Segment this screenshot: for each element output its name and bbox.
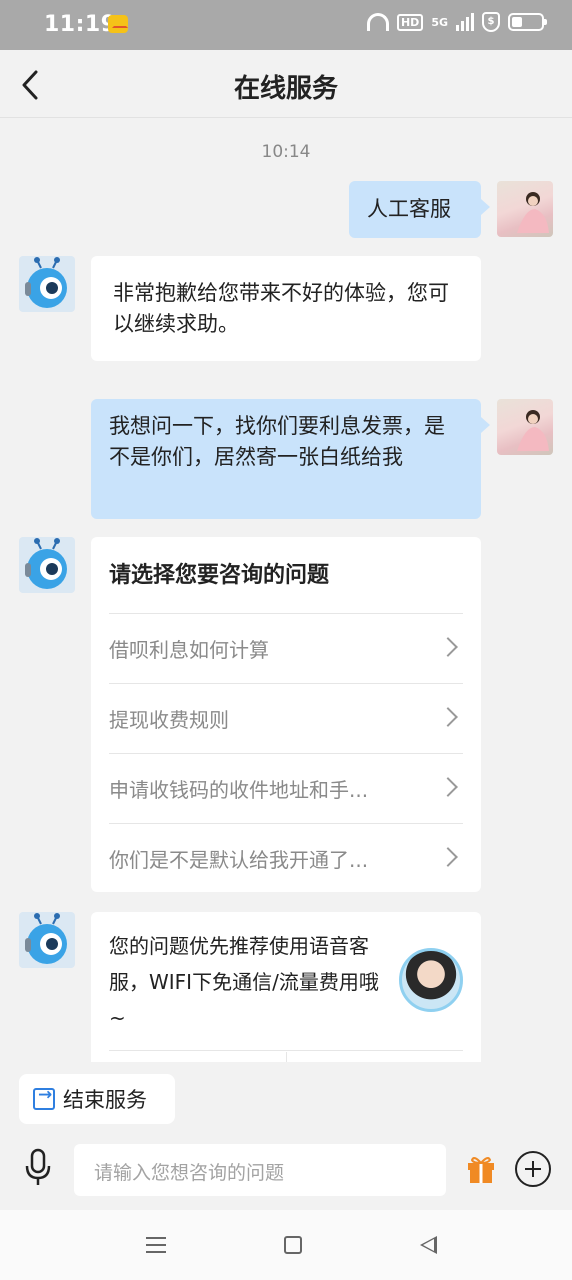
bot-avatar[interactable] xyxy=(19,912,75,968)
menu-title: 请选择您要咨询的问题 xyxy=(109,563,330,588)
chevron-right-icon xyxy=(438,637,458,657)
chevron-right-icon xyxy=(438,777,458,797)
signal-bars-icon xyxy=(456,13,474,31)
status-time: 11:19 xyxy=(44,12,117,37)
gift-icon[interactable] xyxy=(466,1154,496,1184)
recent-apps-icon[interactable] xyxy=(146,1237,166,1253)
plus-icon[interactable] xyxy=(515,1151,551,1187)
input-bar: 请输入您想咨询的问题 xyxy=(0,1138,572,1210)
question-menu-card: 请选择您要咨询的问题 借呗利息如何计算 提现收费规则 申请收钱码的收件地址和手.… xyxy=(91,537,481,892)
5g-signal-icon: 5G xyxy=(431,16,448,29)
home-icon[interactable] xyxy=(284,1236,302,1254)
bot-avatar[interactable] xyxy=(19,537,75,593)
exit-icon xyxy=(33,1085,55,1110)
robot-icon xyxy=(25,257,67,308)
menu-item[interactable]: 申请收钱码的收件地址和手... xyxy=(109,753,463,823)
end-service-label: 结束服务 xyxy=(63,1088,147,1112)
user-message[interactable]: 我想问一下，找你们要利息发票，是不是你们，居然寄一张白纸给我 xyxy=(91,399,490,519)
status-bar: 11:19 HD 5G $ xyxy=(0,0,572,50)
chevron-right-icon xyxy=(438,847,458,867)
network-label: 5G xyxy=(431,15,448,29)
robot-icon xyxy=(25,538,67,589)
divider xyxy=(109,1050,463,1051)
page-title: 在线服务 xyxy=(233,74,338,104)
menu-item-label: 你们是不是默认给我开通了... xyxy=(109,848,369,872)
user-avatar[interactable] xyxy=(497,181,553,237)
menu-item[interactable]: 借呗利息如何计算 xyxy=(109,613,463,683)
input-placeholder: 请输入您想咨询的问题 xyxy=(94,1162,285,1184)
user-photo-icon xyxy=(517,410,549,451)
hd-icon: HD xyxy=(396,13,424,31)
chat-timestamp: 10:14 xyxy=(261,142,311,162)
voice-service-card[interactable]: 您的问题优先推荐使用语音客服，WIFI下免通信/流量费用哦~ xyxy=(91,912,481,1062)
back-nav-icon[interactable] xyxy=(420,1236,437,1254)
user-photo-icon xyxy=(517,192,549,233)
shield-icon: $ xyxy=(482,12,500,32)
user-message[interactable]: 人工客服 xyxy=(349,181,490,238)
chevron-right-icon xyxy=(438,707,458,727)
microphone-icon[interactable] xyxy=(24,1148,52,1188)
mail-notification-icon xyxy=(108,15,128,33)
status-icons: HD 5G $ xyxy=(366,12,547,32)
question-input[interactable]: 请输入您想咨询的问题 xyxy=(74,1144,446,1196)
wifi-icon xyxy=(366,13,389,31)
robot-icon xyxy=(25,913,67,964)
menu-item-label: 申请收钱码的收件地址和手... xyxy=(109,778,369,802)
menu-item-label: 借呗利息如何计算 xyxy=(109,638,269,662)
battery-icon xyxy=(508,13,547,31)
header: 在线服务 xyxy=(0,50,572,118)
agent-avatar xyxy=(399,948,463,1012)
voice-card-text: 您的问题优先推荐使用语音客服，WIFI下免通信/流量费用哦~ xyxy=(109,934,379,1030)
system-navigation-bar xyxy=(0,1210,572,1280)
user-avatar[interactable] xyxy=(497,399,553,455)
menu-item[interactable]: 提现收费规则 xyxy=(109,683,463,753)
menu-item-label: 提现收费规则 xyxy=(109,708,229,732)
end-service-button[interactable]: 结束服务 xyxy=(19,1074,175,1124)
bot-avatar[interactable] xyxy=(19,256,75,312)
bot-message[interactable]: 非常抱歉给您带来不好的体验，您可以继续求助。 xyxy=(91,256,481,361)
menu-item[interactable]: 你们是不是默认给我开通了... xyxy=(109,823,463,893)
divider xyxy=(286,1052,287,1062)
